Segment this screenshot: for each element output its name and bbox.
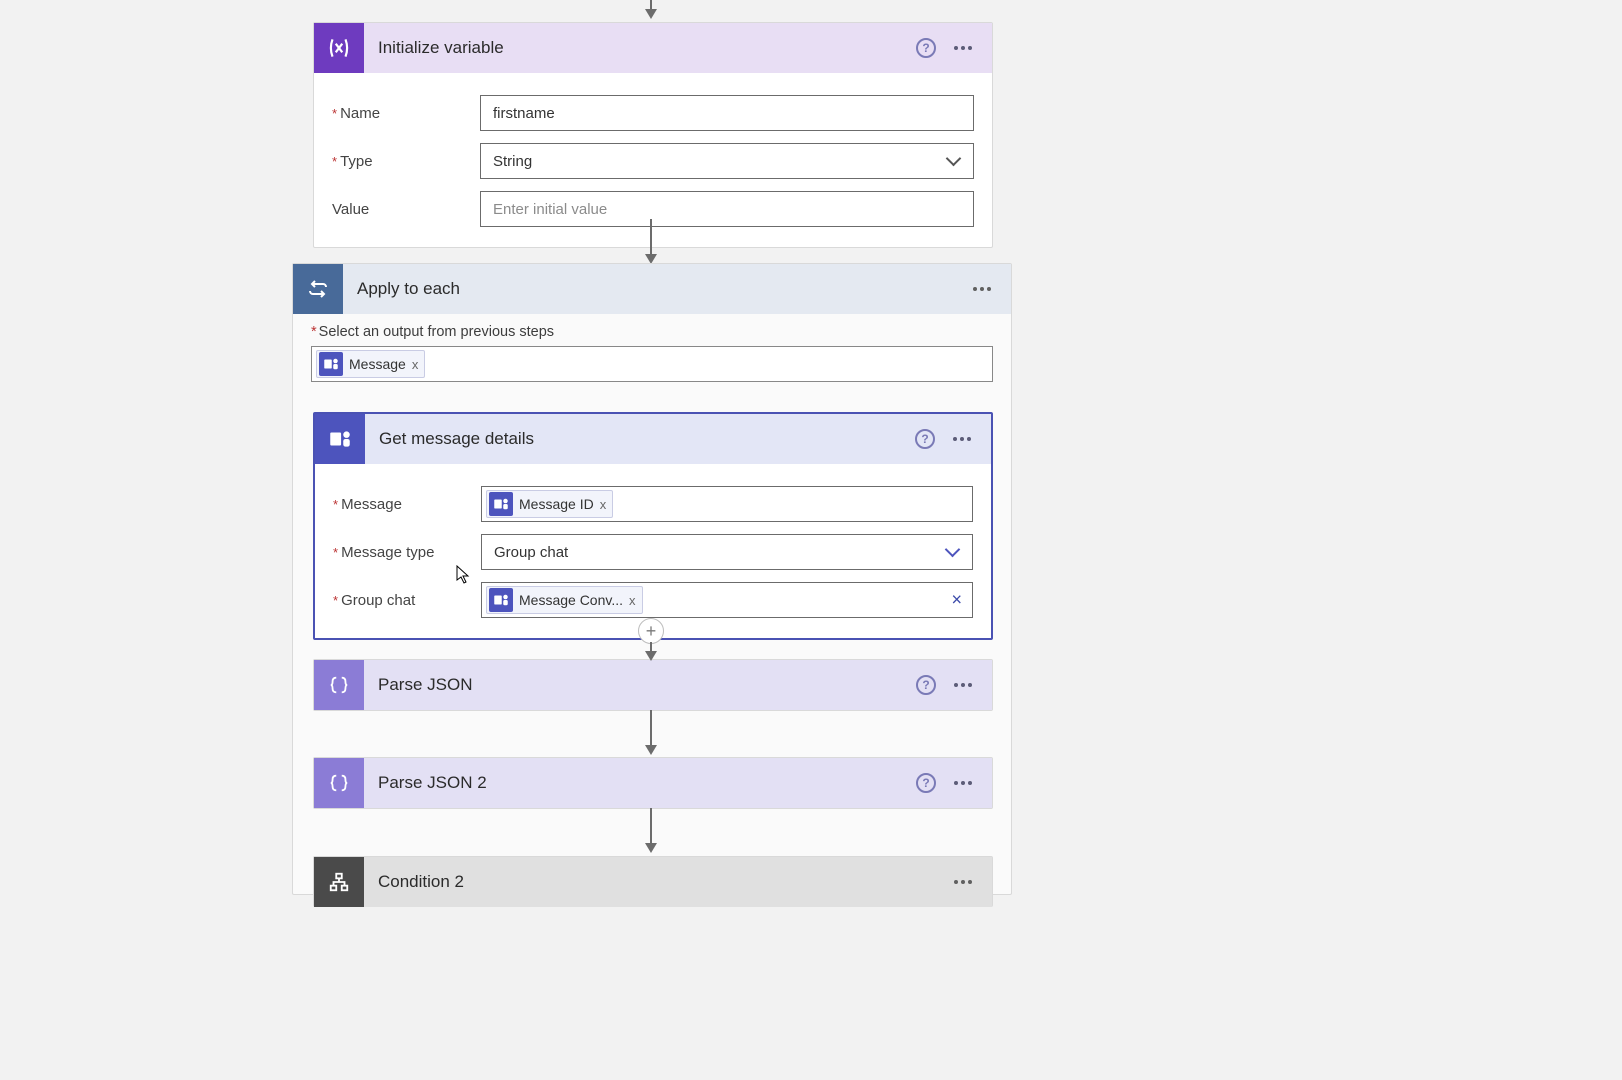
name-label: Name (332, 105, 480, 122)
initialize-variable-header[interactable]: Initialize variable ? (314, 23, 992, 73)
remove-token-icon[interactable]: x (412, 357, 419, 372)
token-message[interactable]: Message x (316, 350, 425, 378)
more-menu-button[interactable] (950, 876, 976, 888)
teams-icon (489, 588, 513, 612)
teams-icon (319, 352, 343, 376)
token-label: Message Conv... (519, 592, 623, 608)
apply-to-each-body: Select an output from previous steps Mes… (293, 314, 1011, 400)
json-icon (314, 758, 364, 808)
flow-arrow (650, 642, 652, 654)
step-title: Condition 2 (364, 857, 950, 907)
message-type-label: Message type (333, 544, 481, 561)
apply-to-each-header[interactable]: Apply to each (293, 264, 1011, 314)
group-chat-label: Group chat (333, 592, 481, 609)
card-body: Message Message ID x Message type (315, 464, 991, 638)
loop-icon (293, 264, 343, 314)
value-label: Value (332, 201, 480, 218)
more-menu-button[interactable] (950, 679, 976, 691)
message-type-dropdown[interactable]: Group chat (481, 534, 973, 570)
step-title: Get message details (365, 414, 915, 464)
step-title: Initialize variable (364, 23, 916, 73)
more-menu-button[interactable] (969, 283, 995, 295)
teams-icon (489, 492, 513, 516)
help-icon[interactable]: ? (916, 773, 936, 793)
flow-arrow (650, 808, 652, 846)
get-message-details-card: Get message details ? Message Message ID (313, 412, 993, 640)
value-input[interactable] (480, 191, 974, 227)
token-message-id[interactable]: Message ID x (486, 490, 613, 518)
clear-field-icon[interactable]: × (951, 590, 962, 611)
chevron-down-icon (946, 545, 960, 559)
json-icon (314, 660, 364, 710)
flow-arrow (650, 0, 652, 12)
flow-arrow (650, 710, 652, 748)
add-step-button[interactable]: + (638, 618, 664, 644)
remove-token-icon[interactable]: x (629, 593, 636, 608)
step-title: Parse JSON (364, 660, 916, 710)
condition-2-card: Condition 2 (313, 856, 993, 907)
token-label: Message (349, 356, 406, 372)
more-menu-button[interactable] (950, 777, 976, 789)
help-icon[interactable]: ? (915, 429, 935, 449)
help-icon[interactable]: ? (916, 675, 936, 695)
group-chat-field[interactable]: Message Conv... x × (481, 582, 973, 618)
remove-token-icon[interactable]: x (600, 497, 607, 512)
token-message-conv[interactable]: Message Conv... x (486, 586, 643, 614)
step-title: Apply to each (343, 264, 969, 314)
parse-json-2-header[interactable]: Parse JSON 2 ? (314, 758, 992, 808)
message-label: Message (333, 496, 481, 513)
flow-arrow (650, 219, 652, 257)
parse-json-2-card: Parse JSON 2 ? (313, 757, 993, 809)
type-value: String (493, 153, 532, 170)
teams-icon (315, 414, 365, 464)
message-field[interactable]: Message ID x (481, 486, 973, 522)
more-menu-button[interactable] (950, 42, 976, 54)
condition-2-header[interactable]: Condition 2 (314, 857, 992, 907)
chevron-down-icon (947, 154, 961, 168)
help-icon[interactable]: ? (916, 38, 936, 58)
parse-json-header[interactable]: Parse JSON ? (314, 660, 992, 710)
variable-icon (314, 23, 364, 73)
select-output-label: Select an output from previous steps (311, 324, 993, 340)
select-output-field[interactable]: Message x (311, 346, 993, 382)
token-label: Message ID (519, 496, 594, 512)
get-message-details-header[interactable]: Get message details ? (315, 414, 991, 464)
message-type-value: Group chat (494, 544, 568, 561)
card-body: Name Type String Value (314, 73, 992, 247)
type-label: Type (332, 153, 480, 170)
name-input[interactable] (480, 95, 974, 131)
type-dropdown[interactable]: String (480, 143, 974, 179)
initialize-variable-card: Initialize variable ? Name Type String V… (313, 22, 993, 248)
parse-json-card: Parse JSON ? (313, 659, 993, 711)
step-title: Parse JSON 2 (364, 758, 916, 808)
apply-to-each-card: Apply to each Select an output from prev… (292, 263, 1012, 895)
condition-icon (314, 857, 364, 907)
more-menu-button[interactable] (949, 433, 975, 445)
